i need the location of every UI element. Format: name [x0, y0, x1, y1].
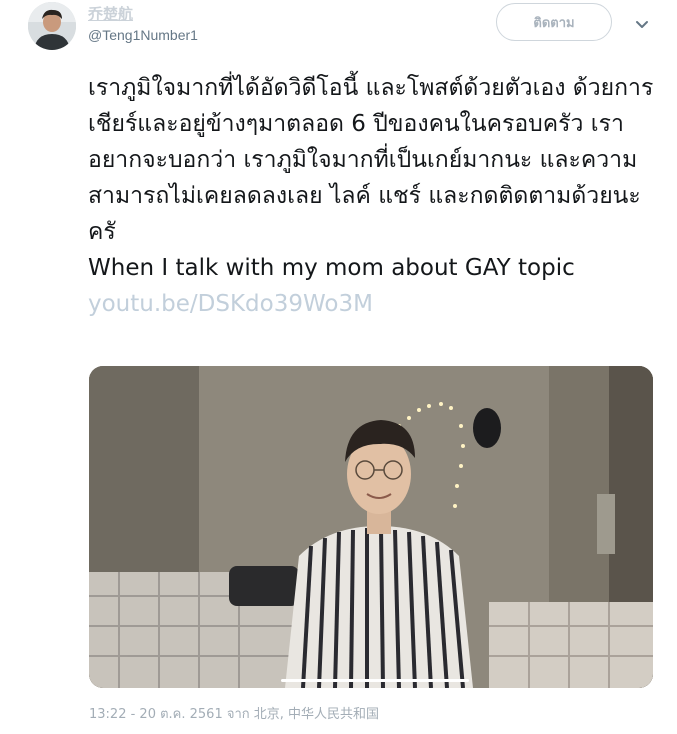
tweet-location[interactable]: 北京, 中华人民共和国: [254, 707, 379, 722]
avatar-photo: [28, 2, 76, 50]
tweet-link[interactable]: youtu.be/DSKdo39Wo3M: [88, 291, 373, 317]
tweet-text: เราภูมิใจมากที่ได้อัดวิดีโอนี้ และโพสต์ด…: [88, 70, 658, 322]
video-preview-image: [89, 366, 653, 688]
avatar[interactable]: [28, 2, 76, 50]
follow-button[interactable]: ติดตาม: [496, 3, 612, 41]
tweet: 乔楚航 @Teng1Number1 ติดตาม เราภูมิใจมากที่…: [0, 0, 677, 734]
chevron-down-icon[interactable]: [632, 14, 652, 34]
author-block: 乔楚航 @Teng1Number1: [88, 4, 198, 44]
video-thumbnail[interactable]: [89, 366, 653, 688]
author-display-name[interactable]: 乔楚航: [88, 4, 198, 24]
tweet-body: เราภูมิใจมากที่ได้อัดวิดีโอนี้ และโพสต์ด…: [88, 75, 654, 281]
tweet-meta: 13:22 - 20 ต.ค. 2561 จาก 北京, 中华人民共和国: [89, 706, 379, 724]
tweet-timestamp[interactable]: 13:22 - 20 ต.ค. 2561 จาก: [89, 707, 254, 722]
author-handle[interactable]: @Teng1Number1: [88, 26, 198, 44]
